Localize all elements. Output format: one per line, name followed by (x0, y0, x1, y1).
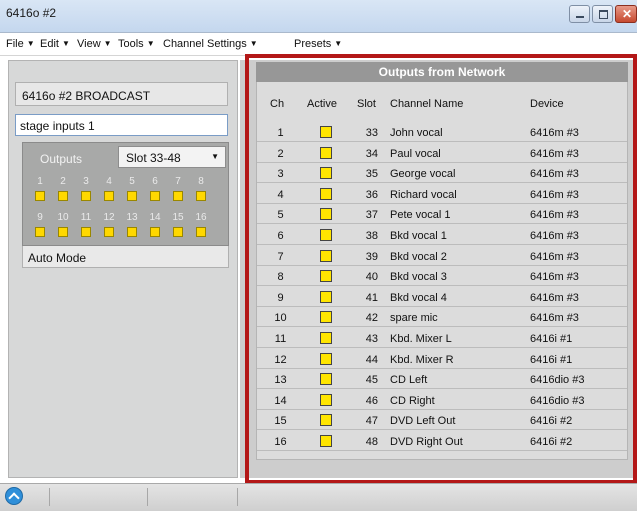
close-icon: ✕ (622, 7, 633, 21)
chevron-down-icon: ▼ (103, 39, 112, 48)
menu-channel-settings[interactable]: Channel Settings ▼ (163, 38, 258, 50)
output-number: 4 (106, 176, 112, 187)
chevron-down-icon: ▼ (61, 39, 70, 48)
menu-edit[interactable]: Edit ▼ (40, 38, 70, 50)
output-number: 16 (195, 212, 207, 223)
output-indicator[interactable] (58, 227, 68, 237)
output-indicator[interactable] (81, 191, 91, 201)
output-number: 5 (129, 176, 135, 187)
output-indicator[interactable] (104, 227, 114, 237)
output-indicator[interactable] (173, 227, 183, 237)
device-name-label: 6416o #2 BROADCAST (15, 82, 228, 106)
output-number: 8 (198, 176, 204, 187)
menu-presets[interactable]: Presets ▼ (294, 38, 342, 50)
output-indicator[interactable] (127, 191, 137, 201)
status-divider (237, 488, 238, 506)
output-indicator[interactable] (150, 191, 160, 201)
close-button[interactable]: ✕ (615, 5, 637, 23)
menu-bar: File ▼ Edit ▼ View ▼ Tools ▼ Channel Setting… (0, 33, 637, 56)
chevron-down-icon: ▼ (249, 39, 258, 48)
output-number: 10 (57, 212, 69, 223)
output-number: 11 (80, 212, 92, 223)
status-bar (0, 483, 637, 511)
output-indicator[interactable] (150, 227, 160, 237)
output-number: 6 (152, 176, 158, 187)
chevron-down-icon: ▼ (334, 39, 343, 48)
output-indicator[interactable] (35, 191, 45, 201)
output-indicator[interactable] (173, 191, 183, 201)
status-divider (147, 488, 148, 506)
menu-view[interactable]: View ▼ (77, 38, 112, 50)
slot-select[interactable]: Slot 33-48 ▼ (118, 146, 226, 168)
output-number: 13 (126, 212, 138, 223)
menu-file[interactable]: File ▼ (6, 38, 35, 50)
output-indicator[interactable] (196, 227, 206, 237)
highlight-frame (245, 54, 637, 484)
output-indicator[interactable] (81, 227, 91, 237)
outputs-group: Outputs Slot 33-48 ▼ 1 2 3 4 5 6 7 8 9 1… (22, 142, 229, 246)
minimize-button[interactable] (569, 5, 590, 23)
output-number: 9 (37, 212, 43, 223)
chevron-down-icon: ▼ (211, 152, 219, 161)
title-bar: 6416o #2 ✕ (0, 0, 637, 33)
menu-tools[interactable]: Tools ▼ (118, 38, 155, 50)
output-indicator[interactable] (196, 191, 206, 201)
outputs-label: Outputs (40, 152, 83, 166)
output-indicator[interactable] (104, 191, 114, 201)
output-number: 7 (175, 176, 181, 187)
output-number: 12 (103, 212, 115, 223)
output-indicator[interactable] (58, 191, 68, 201)
output-number: 14 (149, 212, 161, 223)
output-number: 15 (172, 212, 184, 223)
output-number: 2 (60, 176, 66, 187)
preset-name-input[interactable]: stage inputs 1 (15, 114, 228, 136)
output-number: 1 (37, 176, 43, 187)
output-indicator[interactable] (127, 227, 137, 237)
auto-mode-button[interactable]: Auto Mode (22, 246, 229, 268)
chevron-down-icon: ▼ (146, 39, 155, 48)
maximize-button[interactable] (592, 5, 613, 23)
chevron-up-icon[interactable] (5, 487, 23, 505)
output-indicator[interactable] (35, 227, 45, 237)
window-title: 6416o #2 (6, 6, 57, 20)
chevron-down-icon: ▼ (26, 39, 35, 48)
slot-select-value: Slot 33-48 (126, 151, 181, 165)
status-divider (49, 488, 50, 506)
output-number: 3 (83, 176, 89, 187)
